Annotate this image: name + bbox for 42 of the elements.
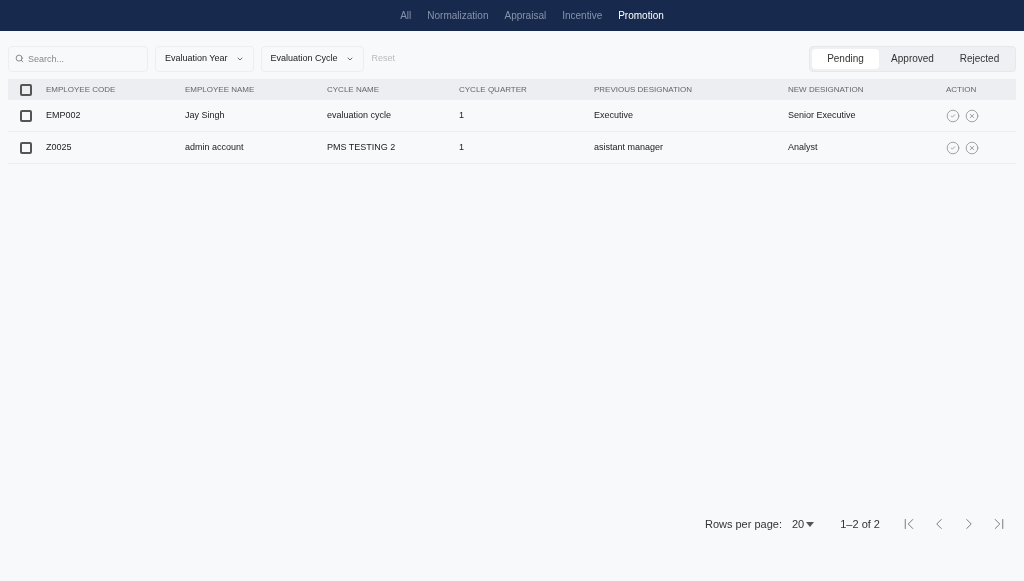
table-cell-text: 1	[459, 140, 465, 154]
table-cell-text: Jay Singh	[185, 108, 226, 122]
approve-icon[interactable]	[946, 140, 960, 155]
table-cell-text: Senior Executive	[788, 108, 857, 122]
column-header: ACTION	[946, 83, 978, 96]
checkbox[interactable]	[20, 141, 32, 154]
approve-icon[interactable]	[946, 108, 960, 123]
filter-dropdown[interactable]: Evaluation Cycle	[260, 45, 364, 72]
table-cell-text: EMP002	[46, 108, 82, 122]
nav-tab[interactable]: All	[400, 8, 412, 23]
column-header: EMPLOYEE NAME	[185, 83, 256, 96]
rows-per-page-select[interactable]: 20	[792, 515, 815, 533]
page-range: 1–2 of 2	[840, 516, 880, 532]
status-tab[interactable]: Approved	[879, 48, 946, 69]
column-header: CYCLE NAME	[327, 83, 380, 96]
rows-per-page-label: Rows per page:	[704, 516, 782, 532]
nav-tab[interactable]: Normalization	[427, 8, 489, 23]
table-cell-text: 1	[459, 108, 465, 122]
nav-tab[interactable]: Appraisal	[504, 8, 547, 23]
nav-tab[interactable]: Incentive	[562, 8, 603, 23]
search-field[interactable]: Search...	[8, 46, 148, 72]
column-header: CYCLE QUARTER	[459, 83, 528, 96]
filter-dropdown[interactable]: Evaluation Year	[155, 45, 254, 72]
status-tab[interactable]: Rejected	[946, 48, 1013, 69]
column-header: PREVIOUS DESIGNATION	[594, 83, 694, 96]
table-cell-text: Z0025	[46, 140, 73, 154]
search-icon	[15, 54, 24, 63]
nav-tab[interactable]: Promotion	[618, 8, 664, 23]
table-cell-text: Analyst	[788, 140, 819, 154]
status-tab[interactable]: Pending	[812, 48, 879, 69]
checkbox[interactable]	[20, 83, 32, 96]
table-cell-text: PMS TESTING 2	[327, 140, 397, 154]
caret-icon	[806, 521, 815, 527]
column-header: EMPLOYEE CODE	[46, 83, 117, 96]
table-cell-text: evaluation cycle	[327, 108, 393, 122]
reject-icon[interactable]	[965, 140, 979, 155]
table-cell-text: Executive	[594, 108, 635, 122]
table-cell-text: admin account	[185, 140, 245, 154]
table-cell-text: asistant manager	[594, 140, 665, 154]
reject-icon[interactable]	[965, 108, 979, 123]
checkbox[interactable]	[20, 109, 32, 122]
column-header: NEW DESIGNATION	[788, 83, 865, 96]
